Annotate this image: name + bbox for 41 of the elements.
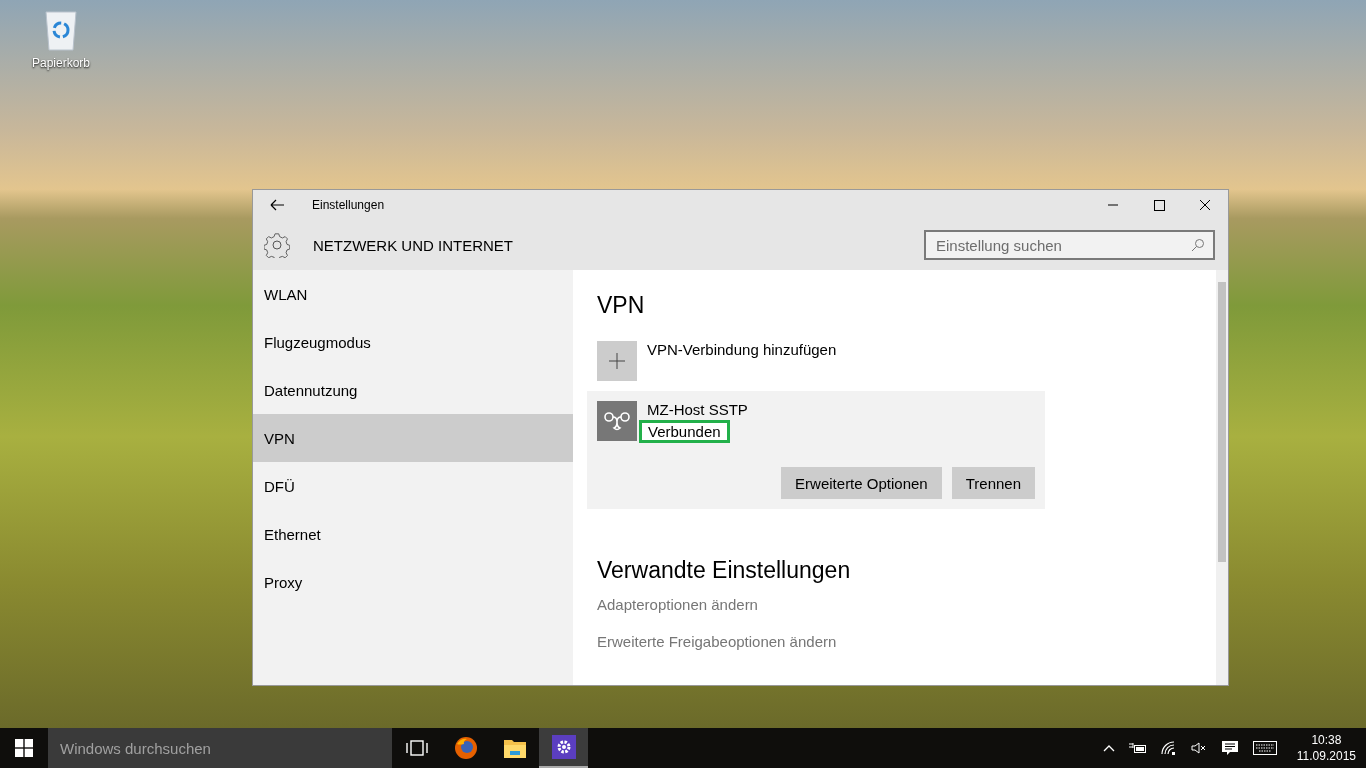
clock-time[interactable]: 10:38 — [1311, 732, 1342, 748]
windows-logo-icon[interactable] — [15, 739, 33, 757]
section-title: VPN — [597, 292, 646, 319]
add-vpn-link[interactable]: VPN-Verbindung hinzufügen — [647, 341, 837, 358]
sidebar-item[interactable]: Flugzeugmodus — [253, 318, 573, 366]
connection-name: MZ-Host SSTP — [647, 401, 748, 418]
sidebar-item[interactable]: DFÜ — [253, 462, 573, 510]
sidebar-item[interactable]: Proxy — [253, 558, 573, 606]
window-title: Einstellungen — [312, 198, 386, 212]
sidebar-item[interactable]: Datennutzung — [253, 366, 573, 414]
connection-button[interactable]: Trennen — [951, 467, 1035, 499]
clock-date[interactable]: 11.09.2015 — [1296, 748, 1356, 764]
connection-status: Verbunden — [639, 420, 730, 443]
desktop-icon-label: Papierkorb — [32, 56, 90, 70]
settings-link[interactable]: Adapteroptionen ändern — [597, 596, 1216, 613]
settings-link[interactable]: Erweiterte Freigabeoptionen ändern — [597, 633, 1216, 650]
search-field[interactable]: Einstellung suchen — [924, 230, 1215, 260]
section-title: Verwandte Einstellungen — [597, 557, 852, 584]
browser-icon[interactable] — [453, 736, 478, 760]
folder-icon[interactable] — [502, 737, 527, 759]
speaker-muted-icon[interactable] — [1190, 741, 1207, 755]
taskbar-app[interactable] — [539, 728, 588, 768]
sidebar-item[interactable]: VPN — [253, 414, 573, 462]
page-heading: NETZWERK UND INTERNET — [313, 236, 514, 254]
vpn-icon — [597, 401, 637, 441]
search-icon — [1191, 238, 1205, 252]
task-view-icon[interactable] — [405, 740, 428, 756]
settings-icon[interactable] — [551, 735, 576, 759]
vpn-connection-card[interactable]: MZ-Host SSTP Verbunden Erweiterte Optionen Trennen — [587, 391, 1045, 509]
sidebar-item[interactable]: Ethernet — [253, 510, 573, 558]
gear-icon — [264, 232, 290, 258]
recycle-bin-icon[interactable] — [42, 8, 80, 52]
keyboard-icon[interactable] — [1252, 741, 1277, 755]
connection-button[interactable]: Erweiterte Optionen — [781, 467, 942, 499]
wifi-icon[interactable] — [1160, 741, 1177, 755]
scrollbar[interactable] — [1216, 270, 1228, 685]
taskbar-search-field[interactable]: Windows durchsuchen — [48, 728, 392, 768]
battery-plug-icon[interactable] — [1128, 742, 1147, 754]
notification-icon[interactable] — [1220, 740, 1239, 756]
sidebar-item[interactable]: WLAN — [253, 270, 573, 318]
chevron-up-icon[interactable] — [1102, 744, 1115, 752]
